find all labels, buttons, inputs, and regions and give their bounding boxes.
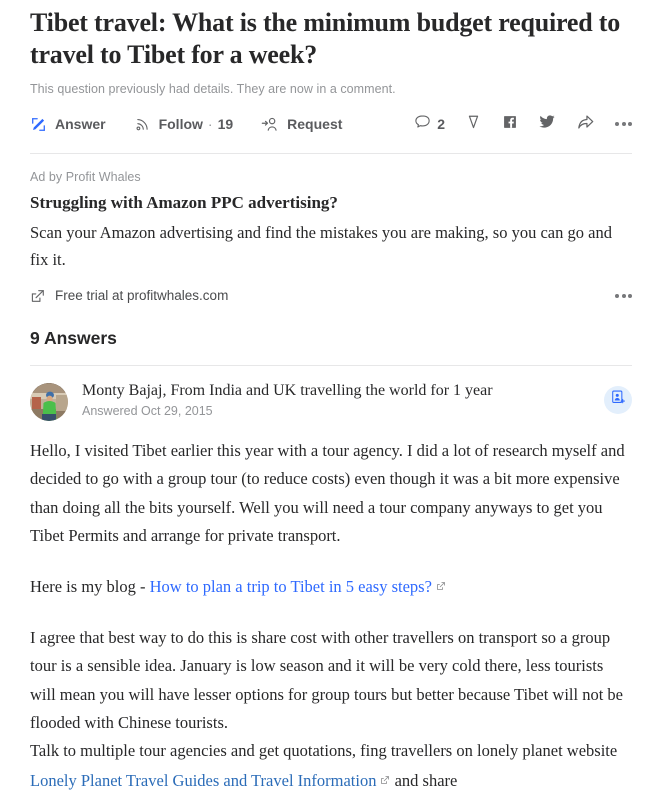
avatar[interactable]: [30, 382, 68, 421]
answer-item: Monty Bajaj, From India and UK travellin…: [30, 366, 632, 795]
twitter-icon: [538, 114, 556, 135]
answer-paragraph: Talk to multiple tour agencies and get q…: [30, 737, 632, 795]
answer-label: Answer: [55, 116, 106, 133]
answer-paragraph: Hello, I visited Tibet earlier this year…: [30, 440, 625, 545]
answer-author-name[interactable]: Monty Bajaj, From India and UK travellin…: [82, 381, 604, 401]
answers-heading: 9 Answers: [30, 327, 117, 348]
ad-footer: Free trial at profitwhales.com: [30, 288, 632, 304]
rss-icon: [134, 116, 151, 133]
answer-text-prefix: Talk to multiple tour agencies and get q…: [30, 741, 618, 761]
downvote-button[interactable]: [465, 113, 482, 136]
ad-cta-label: Free trial at profitwhales.com: [55, 288, 229, 304]
follow-user-icon: [610, 389, 626, 410]
more-horizontal-icon: [615, 122, 632, 127]
facebook-share-button[interactable]: [502, 114, 518, 135]
comment-count: 2: [437, 116, 445, 133]
share-button[interactable]: [576, 113, 595, 136]
request-button[interactable]: Request: [261, 116, 342, 133]
pencil-icon: [30, 116, 47, 133]
follow-user-button[interactable]: [604, 385, 632, 414]
question-more-button[interactable]: [615, 122, 632, 127]
lonely-planet-link[interactable]: Lonely Planet Travel Guides and Travel I…: [30, 771, 376, 790]
answer-author-meta: Monty Bajaj, From India and UK travellin…: [82, 381, 604, 418]
answer-text-suffix: and share: [390, 770, 458, 790]
ad-block: Ad by Profit Whales Struggling with Amaz…: [30, 154, 632, 303]
answer-paragraph: Here is my blog - How to plan a trip to …: [30, 572, 632, 601]
comment-icon: [414, 113, 431, 135]
answer-header: Monty Bajaj, From India and UK travellin…: [30, 381, 632, 421]
follow-label: Follow: [158, 116, 203, 133]
twitter-share-button[interactable]: [538, 114, 556, 135]
person-add-icon: [261, 116, 279, 133]
answer-button[interactable]: Answer: [30, 116, 106, 133]
follow-count: 19: [217, 116, 234, 133]
question-page: Tibet travel: What is the minimum budget…: [0, 0, 662, 795]
ad-headline[interactable]: Struggling with Amazon PPC advertising?: [30, 193, 632, 213]
answer-paragraph: I agree that best way to do this is shar…: [30, 627, 623, 732]
downvote-arrow-icon: [465, 113, 482, 136]
facebook-icon: [502, 114, 518, 135]
share-arrow-icon: [576, 113, 595, 136]
follow-button[interactable]: Follow · 19: [134, 116, 234, 133]
ad-cta-link[interactable]: Free trial at profitwhales.com: [30, 288, 228, 304]
question-header: Tibet travel: What is the minimum budget…: [30, 0, 632, 139]
answer-body: Hello, I visited Tibet earlier this year…: [30, 437, 632, 795]
request-label: Request: [287, 116, 343, 133]
question-action-bar: Answer Follow · 19 Request 2: [30, 109, 632, 139]
blog-link[interactable]: How to plan a trip to Tibet in 5 easy st…: [150, 577, 432, 596]
comment-button[interactable]: 2: [414, 113, 445, 135]
external-link-icon: [436, 572, 446, 600]
more-horizontal-icon: [615, 293, 632, 298]
ad-more-button[interactable]: [615, 293, 632, 298]
answer-date: Answered Oct 29, 2015: [82, 403, 213, 418]
question-subtitle: This question previously had details. Th…: [30, 82, 396, 97]
answer-text-prefix: Here is my blog -: [30, 577, 150, 597]
external-link-icon: [30, 288, 46, 304]
ad-attribution: Ad by Profit Whales: [30, 170, 141, 185]
ad-body-text: Scan your Amazon advertising and find th…: [30, 223, 612, 270]
page-title: Tibet travel: What is the minimum budget…: [30, 8, 621, 69]
external-link-icon: [380, 766, 390, 794]
follow-separator: ·: [207, 116, 213, 133]
